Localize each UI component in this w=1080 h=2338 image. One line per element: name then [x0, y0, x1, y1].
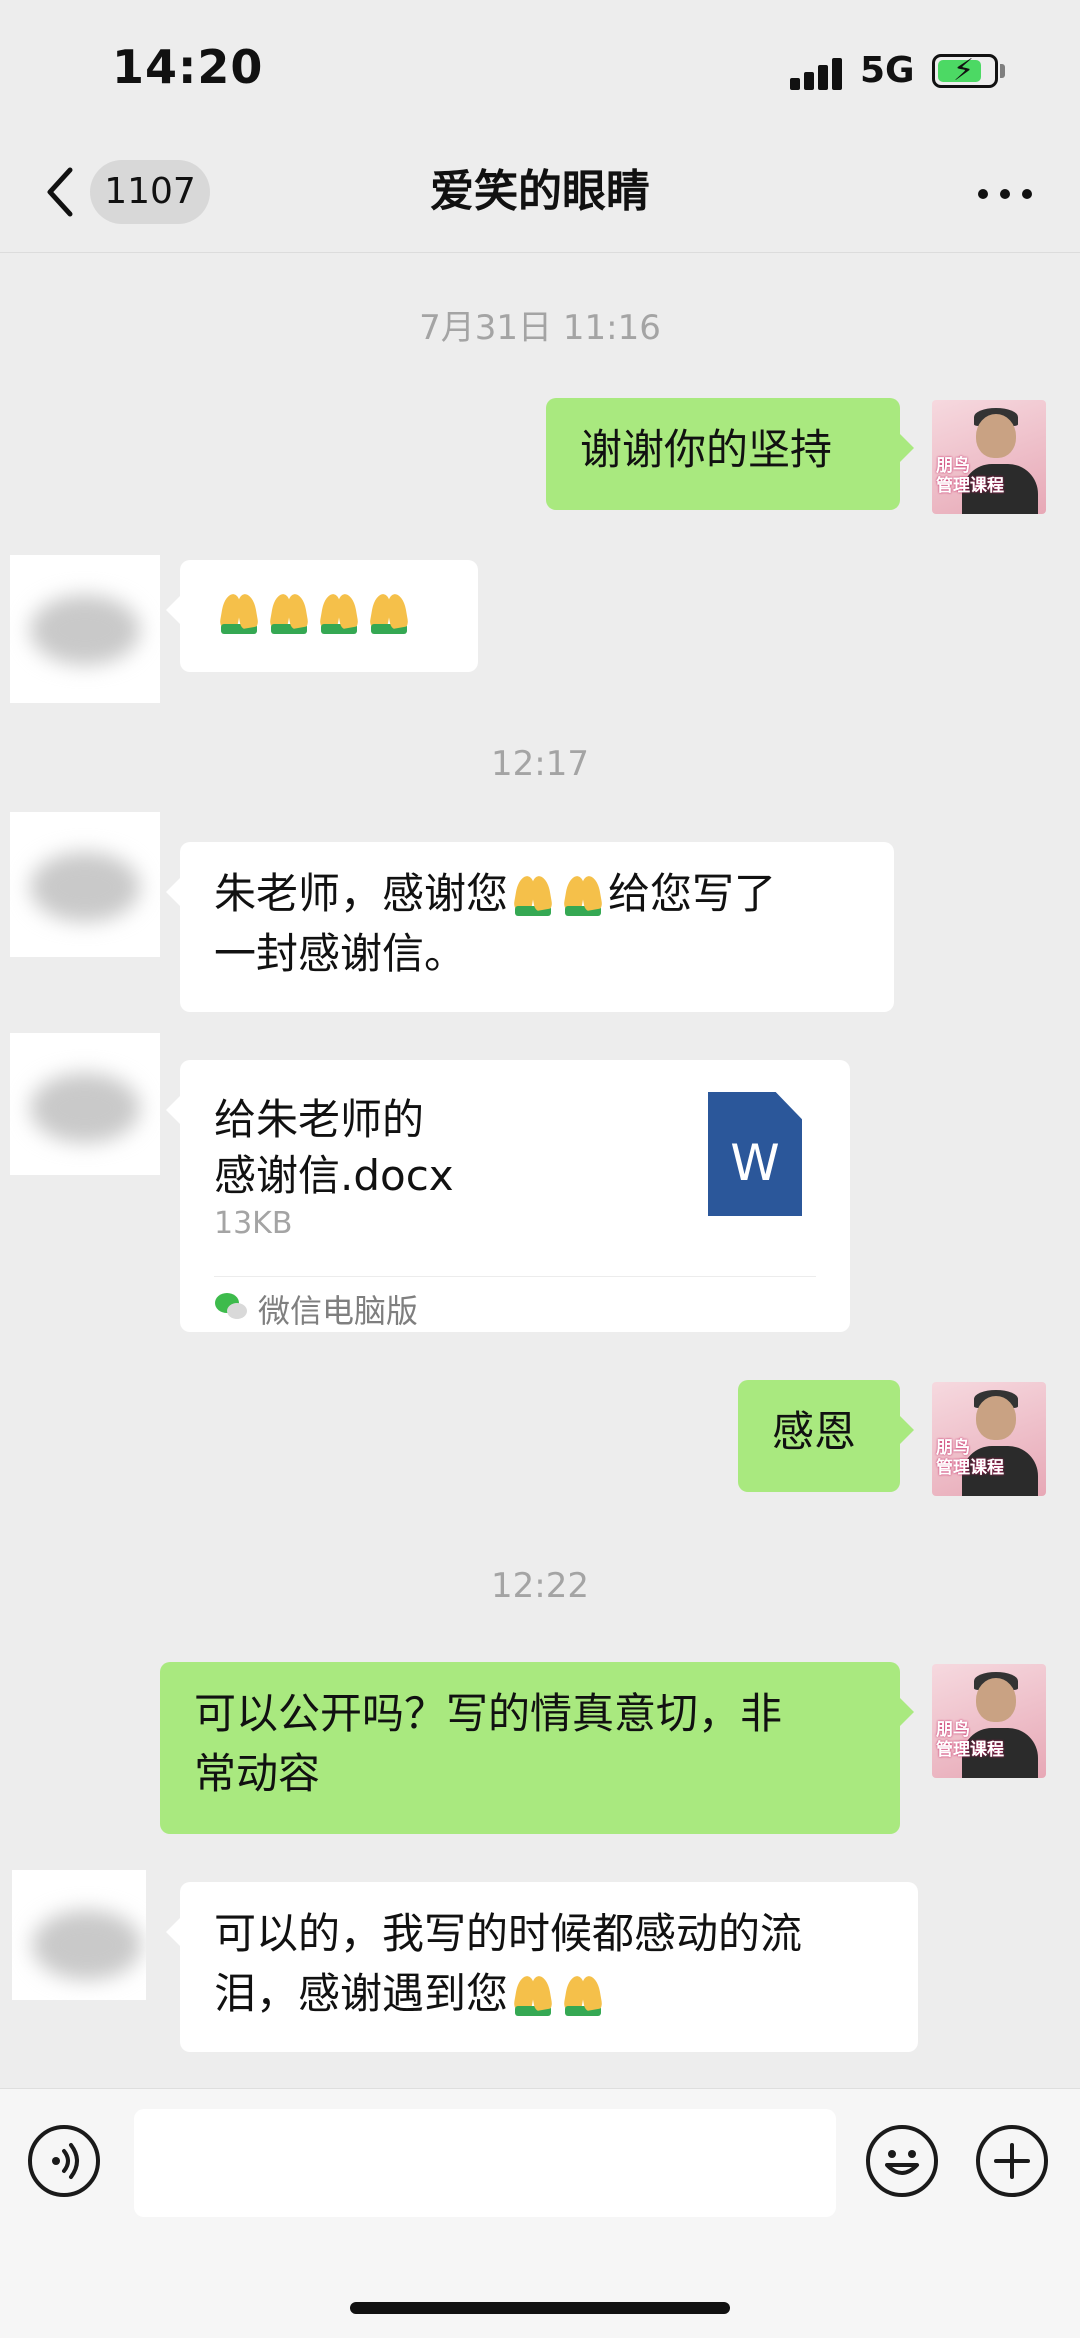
message-bubble-sent[interactable]: 谢谢你的坚持 [546, 398, 914, 510]
file-card-divider [214, 1276, 816, 1277]
my-avatar[interactable]: 朋鸟 管理课程 [932, 1382, 1046, 1496]
folded-hands-emoji-icon [367, 592, 411, 634]
folded-hands-emoji-icon [217, 592, 261, 634]
emoji-icon[interactable] [866, 2125, 938, 2197]
my-avatar[interactable]: 朋鸟 管理课程 [932, 400, 1046, 514]
more-dots-icon[interactable] [970, 162, 1040, 222]
unread-count-badge[interactable]: 1107 [90, 160, 210, 224]
folded-hands-emoji-icon [511, 874, 555, 916]
message-text: 常动容 [194, 1749, 321, 1798]
message-text: 泪，感谢遇到您 [214, 1969, 509, 2018]
folded-hands-emoji-icon [561, 874, 605, 916]
contact-avatar[interactable] [10, 1033, 160, 1175]
network-type: 5G [860, 50, 915, 91]
message-bubble-sent[interactable]: 可以公开吗？写的情真意切，非 常动容 [160, 1662, 914, 1834]
chat-title: 爱笑的眼睛 [430, 166, 650, 217]
file-name: 给朱老师的 感谢信.docx [214, 1095, 454, 1200]
voice-icon[interactable] [28, 2125, 100, 2197]
battery-tip [1000, 64, 1005, 78]
contact-avatar[interactable] [10, 812, 160, 957]
folded-hands-emoji-icon [561, 1974, 605, 2016]
file-size: 13KB [214, 1206, 293, 1241]
message-input[interactable] [134, 2109, 836, 2217]
word-doc-icon: W [708, 1092, 802, 1216]
folded-hands-emoji-icon [511, 1974, 555, 2016]
message-text: 给您写了 [608, 869, 777, 918]
battery-icon: ⚡ [932, 53, 998, 88]
contact-avatar[interactable] [12, 1870, 146, 2000]
message-timestamp: 12:22 [491, 1566, 589, 1606]
chevron-left-icon[interactable] [40, 162, 80, 222]
contact-avatar[interactable] [10, 555, 160, 703]
message-timestamp: 7月31日 11:16 [419, 308, 661, 348]
message-text: 可以公开吗？写的情真意切，非 [194, 1689, 783, 1738]
message-text: 可以的，我写的时候都感动的流 [214, 1909, 803, 1958]
message-bubble-received[interactable]: 朱老师，感谢您 给您写了 一封感谢信。 [166, 842, 894, 1012]
chat-header: 1107 爱笑的眼睛 [0, 140, 1080, 253]
message-input-bar [0, 2088, 1080, 2338]
message-text: 朱老师，感谢您 [214, 869, 509, 918]
file-message-card[interactable]: 给朱老师的 感谢信.docx 13KB W 微信电脑版 [166, 1060, 850, 1332]
message-bubble-received[interactable] [166, 560, 478, 672]
folded-hands-emoji-icon [317, 592, 361, 634]
my-avatar[interactable]: 朋鸟 管理课程 [932, 1664, 1046, 1778]
message-text: 一封感谢信。 [214, 929, 467, 978]
plus-icon[interactable] [976, 2125, 1048, 2197]
message-bubble-received[interactable]: 可以的，我写的时候都感动的流 泪，感谢遇到您 [166, 1882, 918, 2052]
home-indicator[interactable] [350, 2302, 730, 2314]
status-time: 14:20 [112, 40, 264, 94]
message-bubble-sent[interactable]: 感恩 [738, 1380, 914, 1492]
wechat-icon [215, 1293, 247, 1319]
folded-hands-emoji-icon [267, 592, 311, 634]
file-source-label: 微信电脑版 [258, 1292, 419, 1330]
signal-icon [790, 58, 846, 90]
message-timestamp: 12:17 [491, 744, 589, 784]
status-bar: 14:20 5G ⚡ [0, 0, 1080, 140]
